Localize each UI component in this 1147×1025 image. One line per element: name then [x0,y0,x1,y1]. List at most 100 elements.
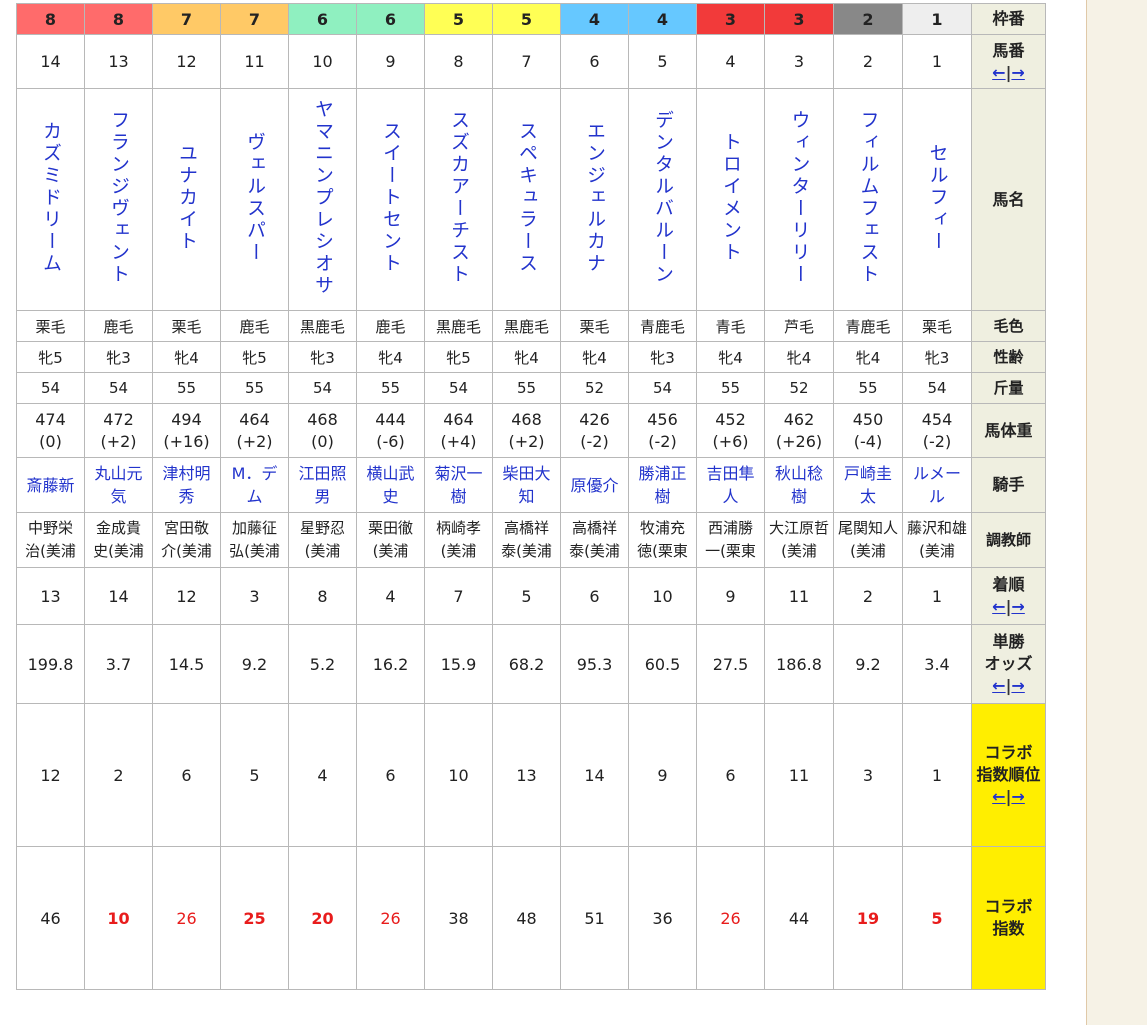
finish-cell: 4 [356,567,425,625]
sex-cell: 牝3 [628,341,697,373]
wt-row: 54 54 55 55 54 55 54 55 52 54 55 52 55 54 斤量 [16,372,1046,404]
jockey-link[interactable]: 原優介 [562,474,628,497]
horse-name-link[interactable]: ヤマニンプレシオサ [312,99,334,297]
jockey-link[interactable]: 津村明秀 [154,462,220,508]
frame-cell: 2 [833,3,903,35]
finish-cell: 10 [628,567,697,625]
odds-cell: 27.5 [696,624,765,704]
wt-cell: 55 [356,372,425,404]
body-cell: 472 (+2) [84,403,153,458]
header-label: 調教師 [985,531,1031,549]
jockey-link[interactable]: 勝浦正樹 [630,462,696,508]
body-cell: 464 (+2) [220,403,289,458]
horse-name-link[interactable]: トロイメント [720,132,742,264]
crank-cell: 6 [356,703,425,847]
cidx-cell: 48 [492,846,561,990]
jockey-link[interactable]: 横山武史 [358,462,424,508]
jockey-link[interactable]: 柴田大知 [494,462,560,508]
crank-sort-arrows: ←|→ [973,786,1045,808]
trainer-name: 牧浦充徳(栗東 [637,519,688,560]
body-cell: 452 (+6) [696,403,765,458]
jockey-cell: 菊沢一樹 [424,457,493,513]
frame-cell: 6 [356,3,425,35]
sort-left-arrow-icon[interactable]: ← [992,676,1005,695]
jockey-link[interactable]: 斎藤新 [18,474,84,497]
body-weight-value: 468 [307,409,338,429]
sort-right-arrow-icon[interactable]: → [1011,676,1024,695]
coat-cell: 鹿毛 [356,310,425,342]
num-row: 14 13 12 11 10 9 8 7 6 5 4 3 2 1 馬番 ←|→ [16,34,1046,89]
body-cell: 456 (-2) [628,403,697,458]
jockey-cell: 戸崎圭太 [833,457,903,513]
name-cell: スペキュラース [492,88,561,311]
header-label: コラボ [984,897,1033,916]
crank-cell: 6 [152,703,221,847]
cidx-cell: 20 [288,846,357,990]
finish-cell: 7 [424,567,493,625]
jockey-cell: 柴田大知 [492,457,561,513]
collab-index-value: 26 [380,908,401,928]
jockey-row: 斎藤新 丸山元気 津村明秀 M．デム 江田照男 横山武史 菊沢一樹 柴田大知 原優介 勝浦正樹 吉田… [16,457,1046,513]
collab-index-value: 36 [652,908,673,928]
jockey-link[interactable]: ルメール [904,462,971,508]
num-cell: 4 [696,34,765,89]
finish-sort-arrows: ←|→ [973,596,1045,618]
trainer-name: 中野栄治(美浦 [25,519,76,560]
horse-name-link[interactable]: ヴェルスパー [244,132,266,264]
name-cell: スイートセント [356,88,425,311]
horse-name-link[interactable]: ユナカイト [176,143,198,253]
jockey-link[interactable]: 吉田隼人 [698,462,764,508]
num-cell: 12 [152,34,221,89]
trainer-cell: 尾関知人(美浦 [833,512,903,568]
header-label: 単勝 [992,632,1025,651]
collab-index-value: 44 [788,908,810,928]
horse-name-link[interactable]: フランジヴェント [108,110,130,286]
num-cell: 14 [16,34,85,89]
finish-cell: 11 [764,567,834,625]
horse-name-link[interactable]: エンジェルカナ [584,121,606,275]
horse-name-link[interactable]: フィルムフェスト [858,110,880,286]
coat-cell: 青毛 [696,310,765,342]
jockey-link[interactable]: 秋山稔樹 [766,462,833,508]
num-cell: 7 [492,34,561,89]
jockey-cell: M．デム [220,457,289,513]
jockey-link[interactable]: 江田照男 [290,462,356,508]
sort-left-arrow-icon[interactable]: ← [992,597,1005,616]
name-cell: フィルムフェスト [833,88,903,311]
header-label: コラボ [984,743,1033,762]
crank-cell: 12 [16,703,85,847]
trainer-cell: 高橋祥泰(美浦 [560,512,629,568]
body-weight-value: 444 [375,409,406,429]
jockey-link[interactable]: 丸山元気 [86,462,152,508]
jockey-link[interactable]: 菊沢一樹 [426,462,492,508]
jockey-link[interactable]: M．デム [222,462,288,508]
sort-right-arrow-icon[interactable]: → [1011,787,1024,806]
finish-cell: 3 [220,567,289,625]
horse-name-link[interactable]: デンタルバルーン [652,110,674,286]
sex-cell: 牝4 [764,341,834,373]
frame-cell: 1 [902,3,972,35]
header-label: 斤量 [993,379,1024,397]
sort-right-arrow-icon[interactable]: → [1011,597,1024,616]
horse-name-link[interactable]: セルフィー [927,143,949,253]
horse-name-link[interactable]: スイートセント [380,121,402,275]
jockey-link[interactable]: 戸崎圭太 [835,462,902,508]
body-weight-diff: (+2) [508,431,545,451]
sex-cell: 牝4 [833,341,903,373]
odds-cell: 9.2 [833,624,903,704]
sort-left-arrow-icon[interactable]: ← [992,63,1005,82]
horse-name-link[interactable]: ウィンターリリー [789,110,811,286]
sex-cell: 牝5 [16,341,85,373]
sort-right-arrow-icon[interactable]: → [1011,63,1024,82]
horse-name-link[interactable]: スズカアーチスト [448,110,470,286]
sort-left-arrow-icon[interactable]: ← [992,787,1005,806]
body-cell: 494 (+16) [152,403,221,458]
horse-name-link[interactable]: スペキュラース [516,121,538,275]
num-cell: 6 [560,34,629,89]
horse-name-link[interactable]: カズミドリーム [40,121,62,275]
header-label: 枠番 [992,9,1025,28]
trainer-cell: 金成貴史(美浦 [84,512,153,568]
frame-cell: 3 [764,3,834,35]
body-cell: 464 (+4) [424,403,493,458]
body-weight-value: 474 [35,409,66,429]
